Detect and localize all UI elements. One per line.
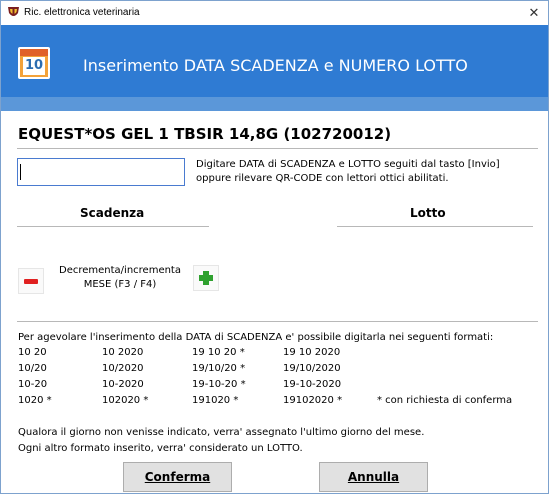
formats-divider (17, 321, 538, 322)
formats-intro: Per agevolare l'inserimento della DATA d… (18, 332, 494, 343)
header-banner: 10 Inserimento DATA SCADENZA e NUMERO LO… (1, 25, 548, 111)
formats-row: 1020 * 102020 * 191020 * 19102020 * * co… (18, 395, 538, 411)
format-cell: 1020 * (18, 395, 52, 406)
close-button[interactable]: ✕ (526, 4, 542, 22)
input-instructions: Digitare DATA di SCADENZA e LOTTO seguit… (196, 158, 536, 186)
formats-row: 10 20 10 2020 19 10 20 * 19 10 2020 (18, 347, 538, 363)
formats-table: 10 20 10 2020 19 10 20 * 19 10 2020 10/2… (18, 347, 538, 411)
lotto-underline (337, 226, 533, 227)
stepper-label-line-2: MESE (F3 / F4) (83, 279, 157, 290)
scadenza-underline (17, 226, 209, 227)
dialog-window: Ric. elettronica veterinaria ✕ 10 Inseri… (0, 0, 549, 494)
format-cell: 19102020 * (283, 395, 343, 406)
format-cell: 19 10 20 * (192, 347, 245, 358)
formats-row: 10/20 10/2020 19/10/20 * 19/10/2020 (18, 363, 538, 379)
format-cell: 19-10-2020 (283, 379, 342, 390)
confirm-button[interactable]: Conferma (123, 462, 232, 492)
product-divider (17, 148, 538, 149)
product-name: EQUEST*OS GEL 1 TBSIR 14,8G (102720012) (18, 125, 392, 143)
stepper-label-line-1: Decrementa/incrementa (59, 265, 181, 276)
format-cell: 10/20 (18, 363, 47, 374)
format-cell: 19/10/2020 (283, 363, 341, 374)
cancel-button[interactable]: Annulla (319, 462, 428, 492)
title-bar: Ric. elettronica veterinaria ✕ (1, 1, 548, 25)
date-lot-input[interactable] (17, 158, 185, 186)
app-logo-icon (8, 7, 19, 16)
increment-month-button[interactable] (193, 265, 219, 291)
decrement-month-button[interactable] (18, 268, 44, 294)
format-cell: 191020 * (192, 395, 239, 406)
calendar-icon: 10 (18, 47, 50, 79)
format-cell: 10-2020 (102, 379, 144, 390)
calendar-icon-number: 10 (23, 57, 45, 75)
text-caret (20, 164, 21, 180)
format-cell: 10 2020 (102, 347, 144, 358)
note-line-1: Qualora il giorno non venisse indicato, … (18, 427, 425, 438)
minus-icon (24, 279, 38, 284)
format-cell: 19 10 2020 (283, 347, 341, 358)
format-cell: 10-20 (18, 379, 48, 390)
format-cell: 19-10-20 * (192, 379, 246, 390)
format-cell: 10/2020 (102, 363, 144, 374)
confirmation-note: * con richiesta di conferma (377, 395, 513, 406)
window-title: Ric. elettronica veterinaria (24, 7, 140, 18)
format-cell: 102020 * (102, 395, 149, 406)
scadenza-header: Scadenza (80, 206, 145, 220)
format-cell: 19/10/20 * (192, 363, 246, 374)
format-notes: Qualora il giorno non venisse indicato, … (18, 425, 424, 457)
instructions-line-2: oppure rilevare QR-CODE con lettori otti… (196, 173, 449, 184)
instructions-line-1: Digitare DATA di SCADENZA e LOTTO seguit… (196, 159, 500, 170)
formats-row: 10-20 10-2020 19-10-20 * 19-10-2020 (18, 379, 538, 395)
format-cell: 10 20 (18, 347, 47, 358)
header-title: Inserimento DATA SCADENZA e NUMERO LOTTO (83, 56, 468, 75)
stepper-label: Decrementa/incrementa MESE (F3 / F4) (56, 264, 184, 292)
note-line-2: Ogni altro formato inserito, verra' cons… (18, 443, 303, 454)
lotto-header: Lotto (410, 206, 446, 220)
